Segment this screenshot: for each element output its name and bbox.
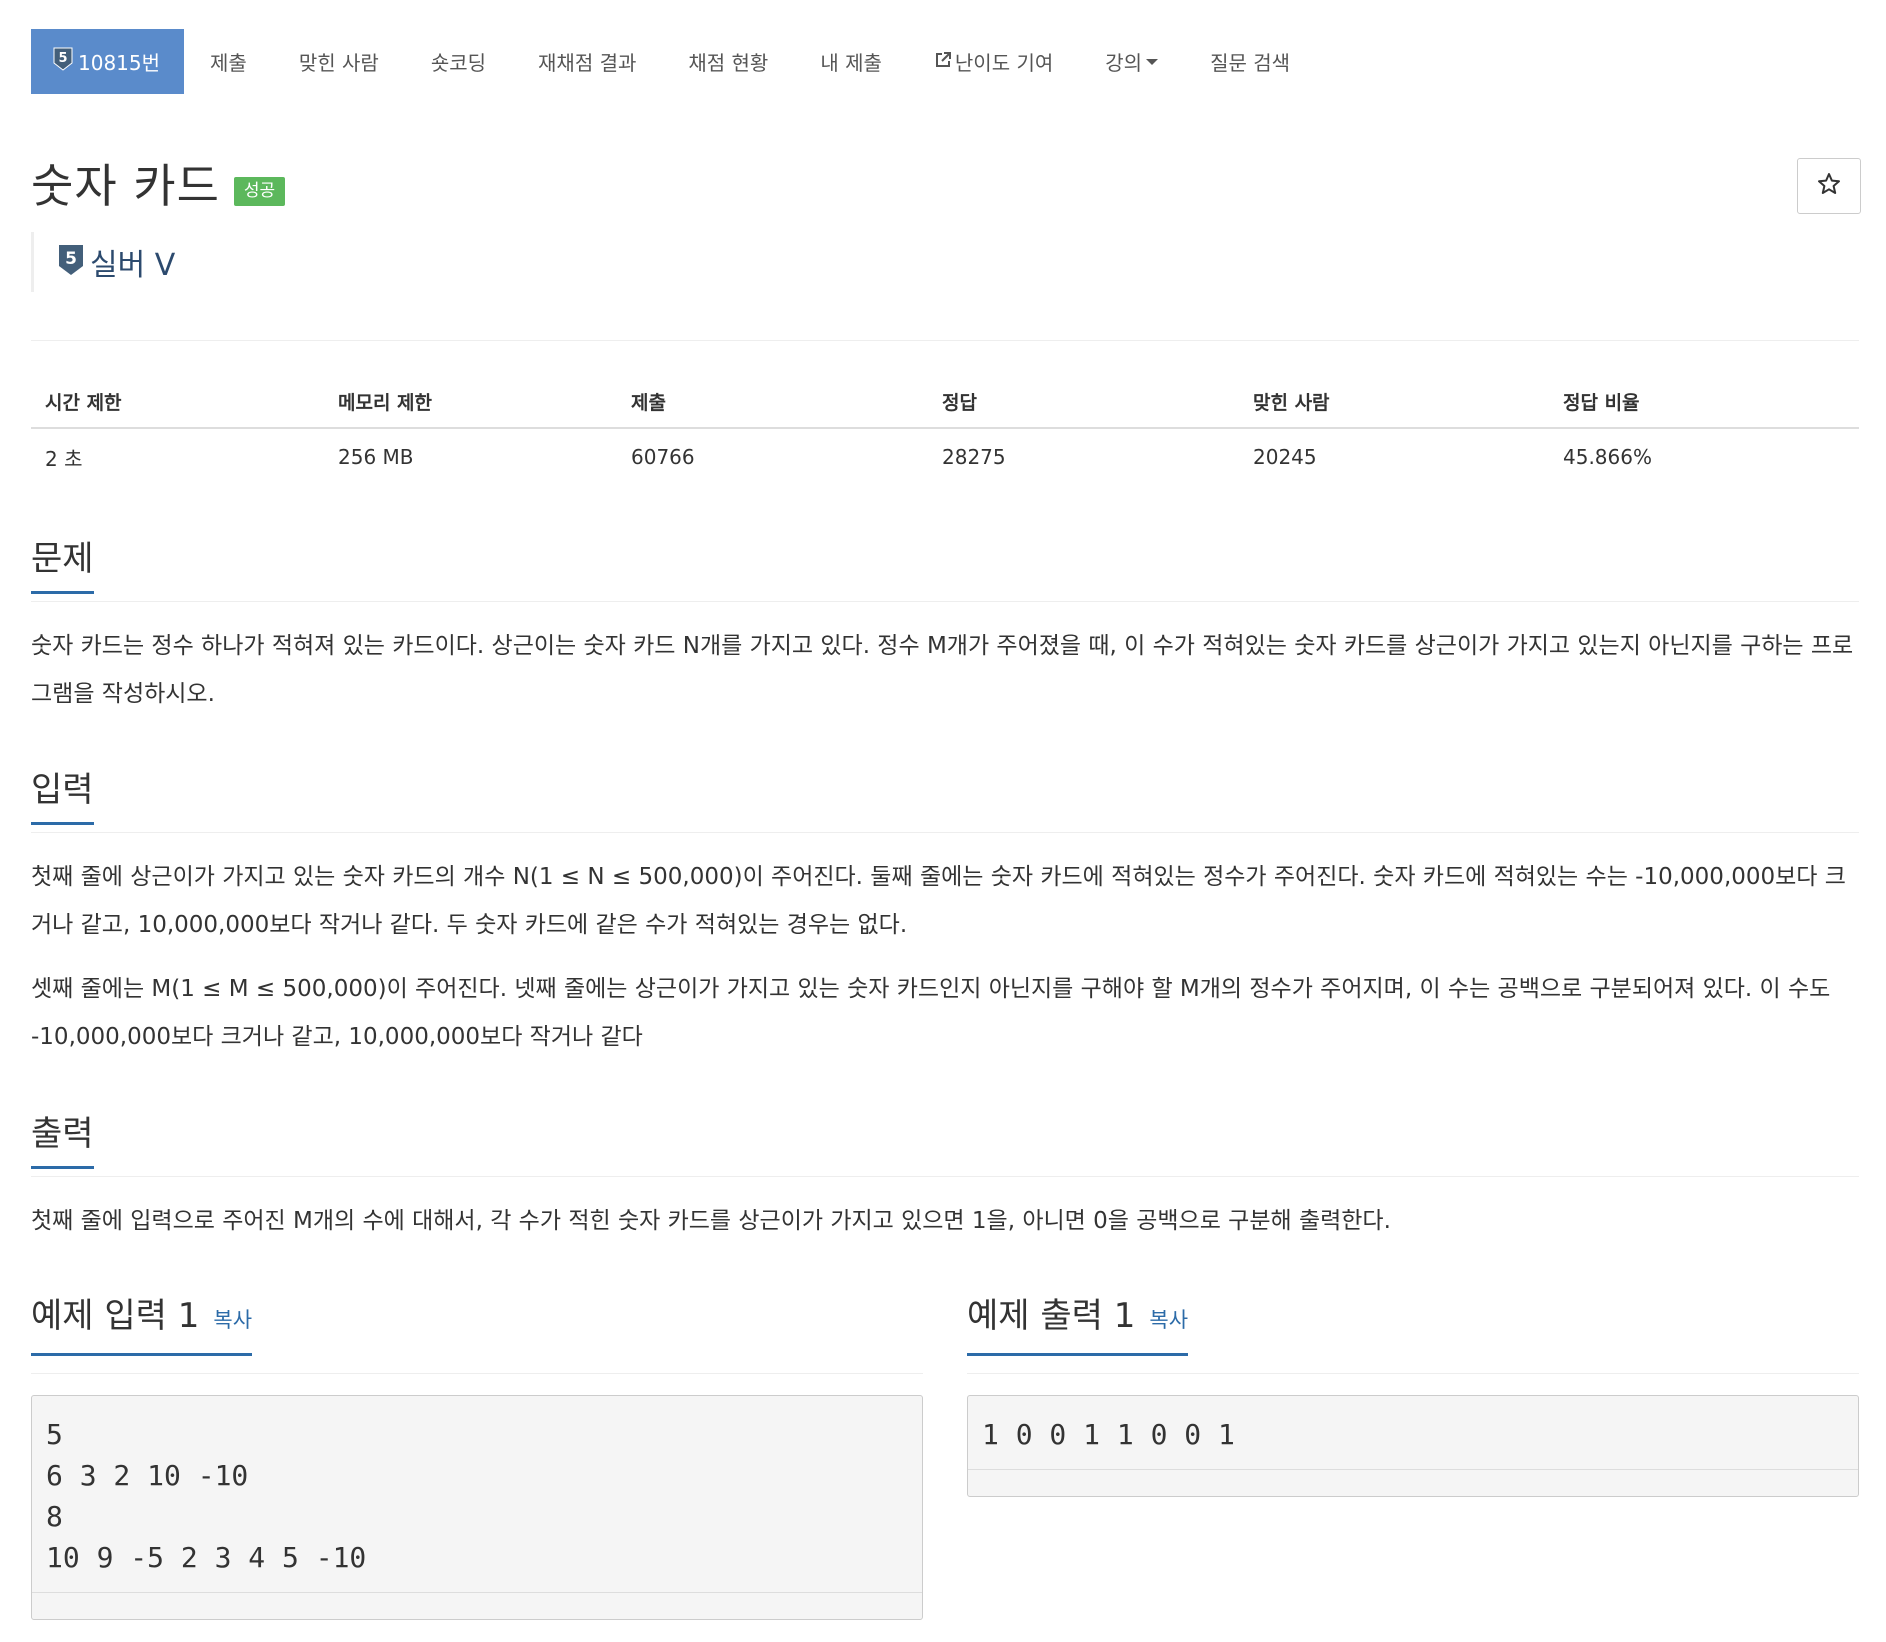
value-solvers: 20245 [1253,445,1317,469]
divider [31,340,1859,341]
output-description-text: 첫째 줄에 입력으로 주어진 M개의 수에 대해서, 각 수가 적힌 숫자 카드… [31,1208,1391,1234]
problem-tier[interactable]: 5 실버 V [31,232,175,292]
copy-sample-input-link[interactable]: 복사 [213,1308,252,1332]
sample-input-box[interactable]: 5 6 3 2 10 -10 8 10 9 -5 2 3 4 5 -10 [31,1395,923,1620]
problem-description-section: 문제 숫자 카드는 정수 하나가 적혀져 있는 카드이다. 상근이는 숫자 카드… [31,537,1859,718]
input-description-text-1: 첫째 줄에 상근이가 가지고 있는 숫자 카드의 개수 N(1 ≤ N ≤ 50… [31,864,1846,938]
value-accepted: 28275 [942,445,1006,469]
copy-sample-output-link[interactable]: 복사 [1149,1308,1188,1332]
nav-difficulty-contribution-label: 난이도 기여 [954,51,1054,75]
section-header: 입력 [31,768,1859,833]
sample-input-section: 예제 입력 1 복사 5 6 3 2 10 -10 8 10 9 -5 2 3 4… [31,1293,923,1620]
section-header: 문제 [31,537,1859,602]
section-header: 출력 [31,1112,1859,1177]
problem-info-table: 시간 제한 메모리 제한 제출 정답 맞힌 사람 정답 비율 2 초 256 M… [31,375,1859,485]
header-solvers: 맞힌 사람 [1253,391,1330,414]
tier-shield-icon: 5 [58,244,84,280]
caret-down-icon [1146,58,1159,65]
nav-solvers-label: 맞힌 사람 [298,51,379,75]
input-description-text-2: 셋째 줄에는 M(1 ≤ M ≤ 500,000)이 주어진다. 넷째 줄에는 … [31,976,1831,1050]
header-memory-limit: 메모리 제한 [338,391,433,414]
header-time-limit: 시간 제한 [45,391,122,414]
table-header-row: 시간 제한 메모리 제한 제출 정답 맞힌 사람 정답 비율 [31,375,1859,429]
section-body: 첫째 줄에 입력으로 주어진 M개의 수에 대해서, 각 수가 적힌 숫자 카드… [31,1177,1859,1245]
sample-output-title-group: 예제 출력 1 복사 [967,1293,1189,1356]
nav-my-submissions-label: 내 제출 [820,51,882,75]
section-title-output: 출력 [31,1112,94,1170]
favorite-star-button[interactable] [1797,158,1861,214]
nav-lectures-label: 강의 [1105,51,1143,75]
page-title: 숫자 카드 [31,159,220,213]
sample-input-title: 예제 입력 1 [31,1296,200,1336]
header-accept-rate: 정답 비율 [1563,391,1640,414]
nav-submit[interactable]: 제출 [184,29,273,94]
sample-input-code: 5 6 3 2 10 -10 8 10 9 -5 2 3 4 5 -10 [32,1396,922,1593]
nav-status[interactable]: 채점 현황 [662,29,794,94]
problem-title-row: 숫자 카드 성공 [31,150,286,216]
value-accept-rate: 45.866% [1563,445,1652,469]
status-badge: 성공 [233,176,286,206]
nav-question-search[interactable]: 질문 검색 [1184,29,1316,94]
tier-badge-number: 5 [58,51,67,66]
sample-output-title: 예제 출력 1 [967,1296,1136,1336]
nav-question-search-label: 질문 검색 [1210,51,1291,75]
sample-box-footer [32,1593,922,1619]
section-title-problem: 문제 [31,537,94,595]
nav-difficulty-contribution[interactable]: 난이도 기여 [908,29,1079,94]
sample-input-title-group: 예제 입력 1 복사 [31,1293,253,1356]
section-title-input: 입력 [31,768,94,826]
value-submissions: 60766 [631,445,695,469]
nav-rejudge-label: 재채점 결과 [538,51,637,75]
value-memory-limit: 256 MB [338,445,414,469]
nav-problem-id-label: 10815번 [78,51,161,75]
output-section: 출력 첫째 줄에 입력으로 주어진 M개의 수에 대해서, 각 수가 적힌 숫자… [31,1112,1859,1245]
sample-output-code: 1 0 0 1 1 0 0 1 [968,1396,1858,1470]
star-outline-icon [1817,170,1841,203]
section-header: 예제 입력 1 복사 [31,1293,923,1374]
nav-lectures-dropdown[interactable]: 강의 [1079,29,1184,94]
nav-short-coding[interactable]: 숏코딩 [405,29,512,94]
sample-output-box[interactable]: 1 0 0 1 1 0 0 1 [967,1395,1859,1497]
nav-my-submissions[interactable]: 내 제출 [794,29,908,94]
external-link-icon [934,50,952,74]
section-body: 숫자 카드는 정수 하나가 적혀져 있는 카드이다. 상근이는 숫자 카드 N개… [31,602,1859,718]
sample-output-section: 예제 출력 1 복사 1 0 0 1 1 0 0 1 [967,1293,1859,1497]
header-submissions: 제출 [631,391,666,414]
tier-label: 실버 V [90,248,176,283]
problem-page: 5 10815번 제출 맞힌 사람 숏코딩 재채점 결과 채점 현황 내 제출 … [0,0,1886,1642]
tier-shield-icon: 5 [53,47,73,76]
nav-submit-label: 제출 [210,51,247,75]
value-time-limit: 2 초 [45,446,83,471]
tier-badge-number: 5 [65,249,77,269]
nav-problem-id[interactable]: 5 10815번 [31,29,185,94]
header-accepted: 정답 [942,391,977,414]
sample-box-footer [968,1470,1858,1496]
input-section: 입력 첫째 줄에 상근이가 가지고 있는 숫자 카드의 개수 N(1 ≤ N ≤… [31,768,1859,1061]
section-body: 첫째 줄에 상근이가 가지고 있는 숫자 카드의 개수 N(1 ≤ N ≤ 50… [31,833,1859,1061]
nav-short-coding-label: 숏코딩 [430,51,487,75]
problem-description-text: 숫자 카드는 정수 하나가 적혀져 있는 카드이다. 상근이는 숫자 카드 N개… [31,633,1854,707]
nav-rejudge[interactable]: 재채점 결과 [512,29,662,94]
nav-status-label: 채점 현황 [688,51,769,75]
problem-nav: 5 10815번 제출 맞힌 사람 숏코딩 재채점 결과 채점 현황 내 제출 … [31,29,1316,94]
table-row: 2 초 256 MB 60766 28275 20245 45.866% [31,429,1859,485]
nav-solvers[interactable]: 맞힌 사람 [273,29,405,94]
section-header: 예제 출력 1 복사 [967,1293,1859,1374]
